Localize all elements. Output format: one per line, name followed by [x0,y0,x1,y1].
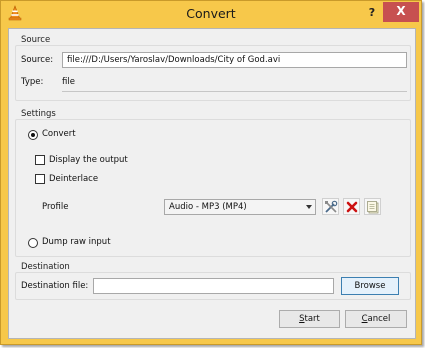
cancel-label: ancel [367,314,391,324]
settings-group-label: Settings [21,109,56,119]
source-group: Source: file:///D:/Users/Yaroslav/Downlo… [15,45,411,101]
start-label: tart [304,314,320,324]
profile-select-value: Audio - MP3 (MP4) [169,202,247,212]
window-title: Convert [186,6,236,21]
dialog-body: Source Source: file:///D:/Users/Yaroslav… [8,28,416,339]
convert-dialog: Convert ? X Source Source: file:///D:/Us… [0,0,422,345]
new-profile-icon [367,201,379,214]
settings-group: Convert Display the output Deinterlace P… [15,119,411,257]
destination-file-field[interactable] [93,278,334,294]
display-output-label: Display the output [49,155,128,165]
cancel-button[interactable]: Cancel [345,310,407,328]
destination-file-label: Destination file: [21,281,89,291]
close-button[interactable]: X [383,2,419,22]
source-label: Source: [21,55,54,65]
source-separator [62,91,407,92]
browse-button[interactable]: Browse [341,277,399,295]
convert-label: Convert [42,129,76,139]
profile-label: Profile [42,202,69,212]
edit-profile-button[interactable] [322,198,339,215]
deinterlace-label: Deinterlace [49,174,99,184]
start-button[interactable]: Start [279,310,340,328]
profile-select[interactable]: Audio - MP3 (MP4) [164,199,316,215]
destination-group: Destination file: Browse [15,272,411,300]
dump-raw-radio[interactable] [28,238,38,248]
title-bar[interactable]: Convert ? X [1,1,421,27]
deinterlace-checkbox[interactable] [35,174,45,184]
help-button[interactable]: ? [365,5,379,21]
type-value: file [62,77,75,87]
convert-radio[interactable] [28,130,38,140]
destination-group-label: Destination [21,262,70,272]
chevron-down-icon [306,205,312,209]
display-output-checkbox[interactable] [35,155,45,165]
source-field[interactable]: file:///D:/Users/Yaroslav/Downloads/City… [62,52,407,68]
new-profile-button[interactable] [364,198,381,215]
source-group-label: Source [21,35,51,45]
dump-raw-label: Dump raw input [42,237,111,247]
tools-icon [325,200,338,213]
delete-icon [346,201,358,213]
delete-profile-button[interactable] [343,198,360,215]
type-label: Type: [21,77,44,87]
